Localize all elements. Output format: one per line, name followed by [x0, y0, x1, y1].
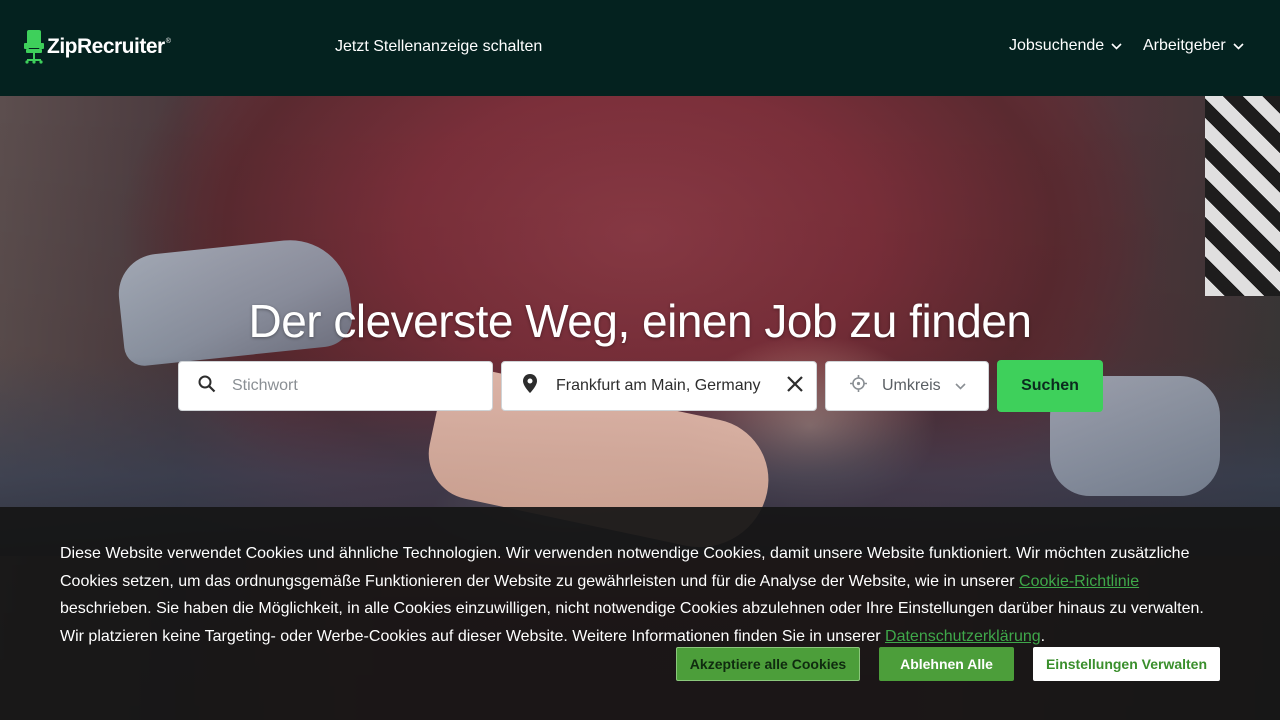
- logo-trademark: ®: [165, 37, 171, 45]
- radius-label: Umkreis: [882, 377, 941, 394]
- close-icon[interactable]: [786, 375, 804, 398]
- keyword-input[interactable]: [232, 362, 472, 410]
- cookie-text-part: .: [1040, 627, 1046, 645]
- logo-text: ZipRecruiter: [47, 35, 165, 58]
- cookie-message: Diese Website verwendet Cookies und ähnl…: [60, 540, 1210, 650]
- cookie-policy-link[interactable]: Cookie-Richtlinie: [1019, 573, 1139, 590]
- chevron-down-icon: [955, 377, 966, 395]
- site-header: ZipRecruiter ® Jetzt Stellenanzeige schal…: [0, 0, 1280, 96]
- manage-cookie-settings-button[interactable]: Einstellungen Verwalten: [1033, 647, 1220, 681]
- location-field[interactable]: [501, 361, 817, 411]
- nav-employers-label: Arbeitgeber: [1143, 37, 1226, 54]
- hero-headline: Der cleverste Weg, einen Job zu finden: [248, 295, 1032, 347]
- nav-employers[interactable]: Arbeitgeber: [1143, 37, 1244, 55]
- reject-all-cookies-button[interactable]: Ablehnen Alle: [879, 647, 1014, 681]
- location-pin-icon: [523, 374, 537, 398]
- privacy-policy-link[interactable]: Datenschutzerklärung: [885, 628, 1041, 645]
- chevron-down-icon: [1111, 37, 1122, 55]
- location-input[interactable]: [556, 362, 766, 410]
- keyword-field[interactable]: [178, 361, 493, 411]
- accept-all-cookies-button[interactable]: Akzeptiere alle Cookies: [676, 647, 860, 681]
- chair-logo-icon: [24, 30, 44, 64]
- chevron-down-icon: [1233, 37, 1244, 55]
- radius-select[interactable]: Umkreis: [825, 361, 989, 411]
- search-button[interactable]: Suchen: [997, 360, 1103, 412]
- crosshair-icon: [850, 375, 867, 397]
- ziprecruiter-logo[interactable]: ZipRecruiter ®: [24, 30, 171, 64]
- hero-photo-pillow: [1205, 96, 1280, 296]
- post-job-link[interactable]: Jetzt Stellenanzeige schalten: [335, 38, 542, 56]
- cookie-banner: Diese Website verwendet Cookies und ähnl…: [0, 507, 1280, 720]
- nav-jobseekers[interactable]: Jobsuchende: [1009, 37, 1122, 55]
- nav-jobseekers-label: Jobsuchende: [1009, 37, 1105, 54]
- search-icon: [198, 375, 216, 398]
